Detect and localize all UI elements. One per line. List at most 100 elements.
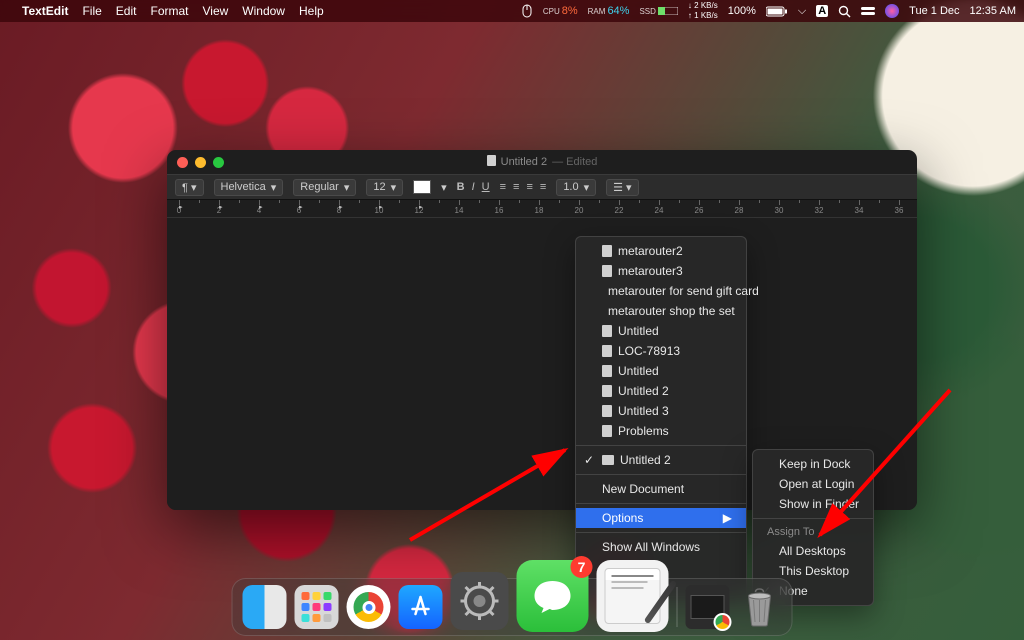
dock-trash[interactable] <box>738 585 782 629</box>
ruler-label: 24 <box>655 206 664 215</box>
ctx-recent-document[interactable]: Untitled 3 <box>576 401 746 421</box>
dock-messages[interactable]: 7 <box>517 560 589 632</box>
ctx-recent-document[interactable]: Untitled <box>576 321 746 341</box>
ruler-label: 34 <box>855 206 864 215</box>
font-family-select[interactable]: Helvetica ▾ <box>214 179 284 196</box>
bold-button[interactable]: B <box>457 181 465 193</box>
submenu-open-at-login[interactable]: Open at Login <box>753 474 873 494</box>
ctx-item-label: Untitled <box>618 364 659 378</box>
menubar-item-format[interactable]: Format <box>150 4 188 18</box>
ctx-item-label: Untitled 2 <box>620 453 671 467</box>
net-stat[interactable]: ↓ 2 KB/s ↑ 1 KB/s <box>688 2 718 20</box>
window-title-suffix: — Edited <box>552 156 597 168</box>
dock-context-menu: metarouter2 metarouter3 metarouter for sen… <box>575 236 747 602</box>
dock-appstore[interactable] <box>399 585 443 629</box>
italic-button[interactable]: I <box>472 181 475 193</box>
menubar-item-help[interactable]: Help <box>299 4 324 18</box>
ram-stat[interactable]: RAM64% <box>588 5 630 17</box>
spotlight-icon[interactable] <box>838 5 851 18</box>
ctx-recent-document[interactable]: metarouter for send gift card <box>576 281 746 301</box>
chevron-right-icon: ▶ <box>723 511 732 525</box>
align-justify-icon[interactable]: ≡ <box>540 181 546 193</box>
align-right-icon[interactable]: ≡ <box>526 181 532 193</box>
ssd-stat[interactable]: SSD <box>639 7 677 16</box>
ctx-item-label: Untitled <box>618 324 659 338</box>
menubar-item-file[interactable]: File <box>82 4 101 18</box>
dock-textedit[interactable] <box>597 560 669 632</box>
submenu-all-desktops[interactable]: All Desktops <box>753 541 873 561</box>
submenu-keep-in-dock[interactable]: Keep in Dock <box>753 454 873 474</box>
ruler-label: 36 <box>895 206 904 215</box>
menubar-date[interactable]: Tue 1 Dec <box>909 5 959 17</box>
menubar-item-view[interactable]: View <box>203 4 229 18</box>
ruler-label: 26 <box>695 206 704 215</box>
ctx-recent-document[interactable]: Problems <box>576 421 746 441</box>
siri-icon[interactable] <box>885 4 899 18</box>
paragraph-style-select[interactable]: ¶ ▾ <box>175 179 204 196</box>
ctx-show-all-windows[interactable]: Show All Windows <box>576 537 746 557</box>
document-icon <box>602 365 612 377</box>
format-toolbar: ¶ ▾ Helvetica ▾ Regular ▾ 12 ▾ ▾ B I U ≡… <box>167 174 917 200</box>
dock-finder[interactable] <box>243 585 287 629</box>
dock-settings[interactable] <box>451 572 509 630</box>
document-icon <box>602 405 612 417</box>
line-spacing-select[interactable]: 1.0 ▾ <box>556 179 596 196</box>
bluetooth-icon[interactable]: ⌵ <box>798 5 806 18</box>
ctx-item-label: metarouter3 <box>618 264 683 278</box>
document-icon <box>602 345 612 357</box>
document-icon <box>602 425 612 437</box>
ctx-item-label: Untitled 3 <box>618 404 669 418</box>
window-icon <box>602 455 614 465</box>
font-style-select[interactable]: Regular ▾ <box>293 179 356 196</box>
menubar-item-edit[interactable]: Edit <box>116 4 137 18</box>
ruler-label: 18 <box>535 206 544 215</box>
ctx-recent-document[interactable]: metarouter3 <box>576 261 746 281</box>
align-center-icon[interactable]: ≡ <box>513 181 519 193</box>
battery-percent[interactable]: 100% <box>728 5 756 17</box>
battery-icon[interactable] <box>766 6 788 17</box>
ruler-label: 22 <box>615 206 624 215</box>
dock-chrome[interactable] <box>347 585 391 629</box>
ruler[interactable]: 024681012141618202224262830323436▸▸▸▸▸▸▸ <box>167 200 917 218</box>
ctx-recent-document[interactable]: Untitled 2 <box>576 381 746 401</box>
underline-button[interactable]: U <box>482 181 490 193</box>
ctx-item-label: metarouter for send gift card <box>608 284 759 298</box>
ruler-label: 30 <box>775 206 784 215</box>
mouse-icon[interactable] <box>521 4 533 18</box>
ruler-label: 16 <box>495 206 504 215</box>
ctx-recent-document[interactable]: Untitled <box>576 361 746 381</box>
ctx-options[interactable]: Options ▶ <box>576 508 746 528</box>
list-style-select[interactable]: ☰ ▾ <box>606 179 638 196</box>
menubar-app-name[interactable]: TextEdit <box>22 4 68 18</box>
ctx-item-label: LOC-78913 <box>618 344 680 358</box>
menubar-item-window[interactable]: Window <box>242 4 285 18</box>
color-dropdown-icon[interactable]: ▾ <box>441 181 447 194</box>
ctx-recent-document[interactable]: metarouter shop the set <box>576 301 746 321</box>
window-title: Untitled 2 <box>501 156 547 168</box>
dock-launchpad[interactable] <box>295 585 339 629</box>
submenu-show-in-finder[interactable]: Show in Finder <box>753 494 873 514</box>
ctx-new-document[interactable]: New Document <box>576 479 746 499</box>
text-input-icon[interactable]: A <box>816 5 828 17</box>
messages-badge: 7 <box>571 556 593 578</box>
text-color-swatch[interactable] <box>413 180 431 194</box>
window-titlebar[interactable]: Untitled 2 — Edited <box>167 150 917 174</box>
ctx-recent-document[interactable]: LOC-78913 <box>576 341 746 361</box>
document-icon <box>602 265 612 277</box>
menubar-time[interactable]: 12:35 AM <box>970 5 1016 17</box>
document-icon <box>602 245 612 257</box>
align-left-icon[interactable]: ≡ <box>500 181 506 193</box>
submenu-assign-to-header: Assign To <box>753 523 873 541</box>
ctx-item-label: Problems <box>618 424 669 438</box>
dock-minimized-window[interactable] <box>686 585 730 629</box>
menubar: TextEdit File Edit Format View Window He… <box>0 0 1024 22</box>
ctx-recent-document[interactable]: metarouter2 <box>576 241 746 261</box>
ctx-item-label: metarouter shop the set <box>608 304 735 318</box>
ctx-current-window[interactable]: ✓Untitled 2 <box>576 450 746 470</box>
dock-divider <box>677 587 678 627</box>
font-size-select[interactable]: 12 ▾ <box>366 179 403 196</box>
cpu-stat[interactable]: CPU8% <box>543 5 578 17</box>
control-center-icon[interactable] <box>861 6 875 16</box>
ruler-label: 20 <box>575 206 584 215</box>
ctx-item-label: Options <box>602 511 643 525</box>
